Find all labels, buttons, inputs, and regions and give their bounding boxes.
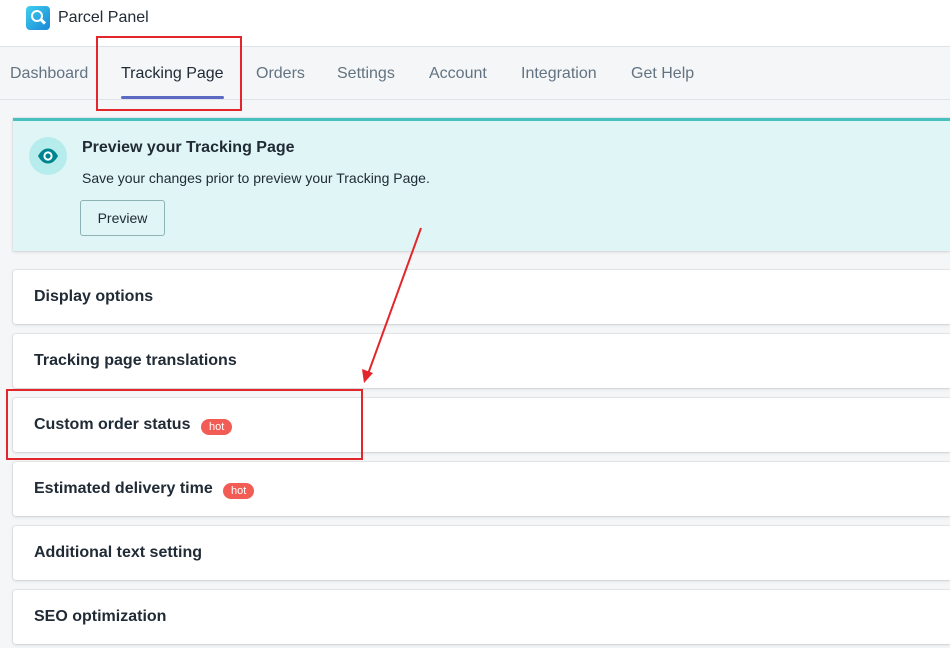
tab-integration[interactable]: Integration — [521, 65, 597, 83]
section-seo-optimization[interactable]: SEO optimization — [13, 590, 950, 644]
section-additional-text-setting[interactable]: Additional text setting — [13, 526, 950, 580]
banner-title: Preview your Tracking Page — [82, 139, 295, 156]
tracking-page-tab-highlight — [96, 36, 242, 111]
preview-button[interactable]: Preview — [80, 200, 165, 236]
section-title: SEO optimization — [34, 608, 167, 625]
section-title: Estimated delivery time — [34, 480, 213, 497]
tab-dashboard[interactable]: Dashboard — [10, 65, 88, 83]
preview-banner: Preview your Tracking Page Save your cha… — [13, 118, 950, 251]
section-title: Tracking page translations — [34, 352, 237, 369]
eye-icon — [29, 137, 67, 175]
hot-badge: hot — [223, 483, 255, 499]
section-title: Display options — [34, 288, 154, 305]
tab-account[interactable]: Account — [429, 65, 487, 83]
tab-get-help[interactable]: Get Help — [631, 65, 694, 83]
tab-orders[interactable]: Orders — [256, 65, 305, 83]
section-estimated-delivery-time[interactable]: Estimated delivery time hot — [13, 462, 950, 516]
section-title: Additional text setting — [34, 544, 202, 561]
tab-settings[interactable]: Settings — [337, 65, 395, 83]
section-tracking-page-translations[interactable]: Tracking page translations — [13, 334, 950, 388]
banner-description: Save your changes prior to preview your … — [82, 170, 430, 186]
custom-order-status-highlight — [6, 389, 363, 460]
app-logo — [26, 6, 50, 30]
section-display-options[interactable]: Display options — [13, 270, 950, 324]
app-title: Parcel Panel — [58, 9, 149, 26]
